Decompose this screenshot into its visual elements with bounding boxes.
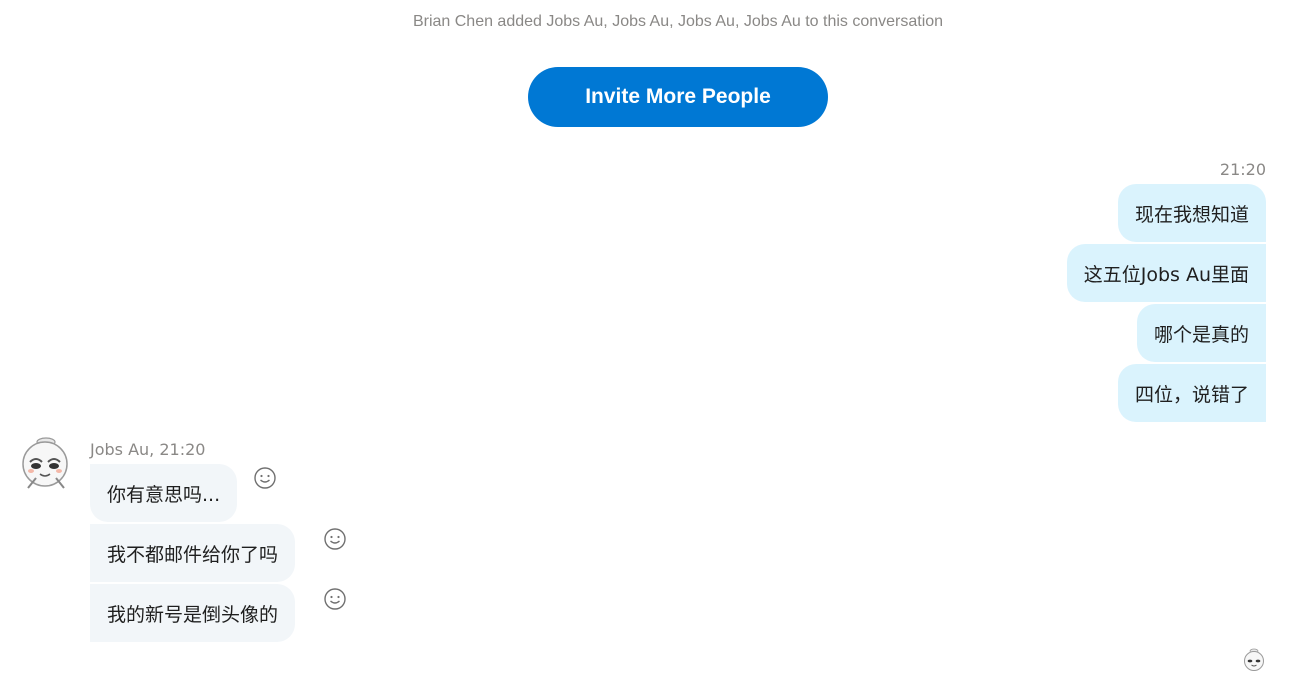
outgoing-message[interactable]: 这五位Jobs Au里面: [1066, 244, 1266, 302]
outgoing-message[interactable]: 四位，说错了: [1117, 364, 1266, 422]
conversation-view: Brian Chen added Jobs Au, Jobs Au, Jobs …: [0, 0, 1297, 693]
incoming-message[interactable]: 我的新号是倒头像的: [90, 584, 296, 642]
outgoing-message[interactable]: 现在我想知道: [1117, 184, 1266, 242]
invite-more-people-button[interactable]: Invite More People: [528, 67, 828, 127]
sender-avatar-icon[interactable]: [20, 436, 72, 494]
outgoing-timestamp: 21:20: [1219, 160, 1266, 179]
system-message: Brian Chen added Jobs Au, Jobs Au, Jobs …: [412, 13, 944, 30]
incoming-message[interactable]: 你有意思吗...: [90, 464, 238, 522]
outgoing-message[interactable]: 哪个是真的: [1136, 304, 1266, 362]
smiley-reaction-icon[interactable]: [253, 466, 277, 490]
smiley-reaction-icon[interactable]: [323, 587, 347, 611]
smiley-reaction-icon[interactable]: [323, 527, 347, 551]
read-receipt-avatar-icon: [1242, 648, 1266, 672]
sender-name-timestamp: Jobs Au, 21:20: [90, 440, 206, 459]
incoming-message[interactable]: 我不都邮件给你了吗: [90, 524, 296, 582]
